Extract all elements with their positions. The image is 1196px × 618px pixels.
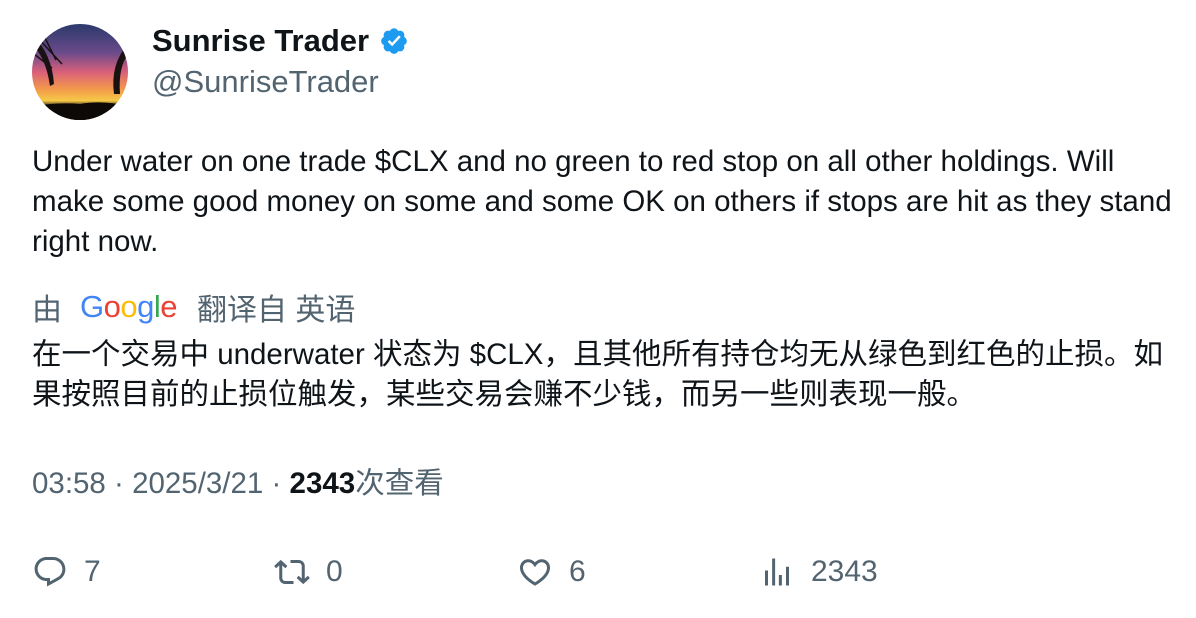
translated-tweet-text: 在一个交易中 underwater 状态为 $CLX，且其他所有持仓均无从绿色到… [32, 338, 1163, 411]
like-button[interactable]: 6 [517, 550, 586, 594]
repost-icon [274, 559, 310, 585]
reply-count: 7 [84, 555, 101, 588]
action-bar: 7 0 6 2343 [32, 550, 1172, 594]
google-logo: Google [80, 289, 178, 325]
verified-badge-icon [379, 26, 409, 56]
google-logo-letter: e [160, 289, 178, 324]
tweet-meta: 03:58 · 2025/3/21 · 2343次查看 [32, 464, 444, 504]
reply-icon [34, 557, 66, 587]
views-label: 次查看 [355, 467, 444, 500]
views-button[interactable]: 2343 [759, 550, 878, 594]
avatar[interactable] [32, 24, 128, 120]
meta-separator: · [271, 467, 282, 500]
translation-attribution[interactable]: 由 Google 翻译自 英语 [32, 287, 355, 327]
views-action-count: 2343 [811, 555, 878, 588]
tweet-text: Under water on one trade $CLX and no gre… [32, 145, 1172, 258]
like-count: 6 [569, 555, 586, 588]
display-name-text[interactable]: Sunrise Trader [152, 22, 369, 60]
tweet-date[interactable]: 2025/3/21 [132, 467, 263, 500]
heart-icon [519, 559, 551, 586]
tweet-time[interactable]: 03:58 [32, 467, 106, 500]
user-handle[interactable]: @SunriseTrader [152, 63, 379, 101]
google-logo-letter: o [103, 289, 121, 324]
google-logo-letter: o [120, 289, 138, 324]
google-logo-letter: G [80, 289, 104, 324]
repost-button[interactable]: 0 [274, 550, 343, 594]
sunset-avatar-image [32, 24, 128, 120]
translation-prefix: 由 [32, 294, 62, 327]
reply-button[interactable]: 7 [32, 550, 101, 594]
google-logo-letter: g [137, 289, 154, 324]
repost-count: 0 [326, 555, 343, 588]
views-count: 2343 [289, 467, 356, 500]
meta-separator: · [114, 467, 124, 500]
display-name[interactable]: Sunrise Trader [152, 22, 409, 60]
translation-suffix: 翻译自 英语 [197, 294, 356, 327]
bar-chart-icon [765, 558, 789, 586]
